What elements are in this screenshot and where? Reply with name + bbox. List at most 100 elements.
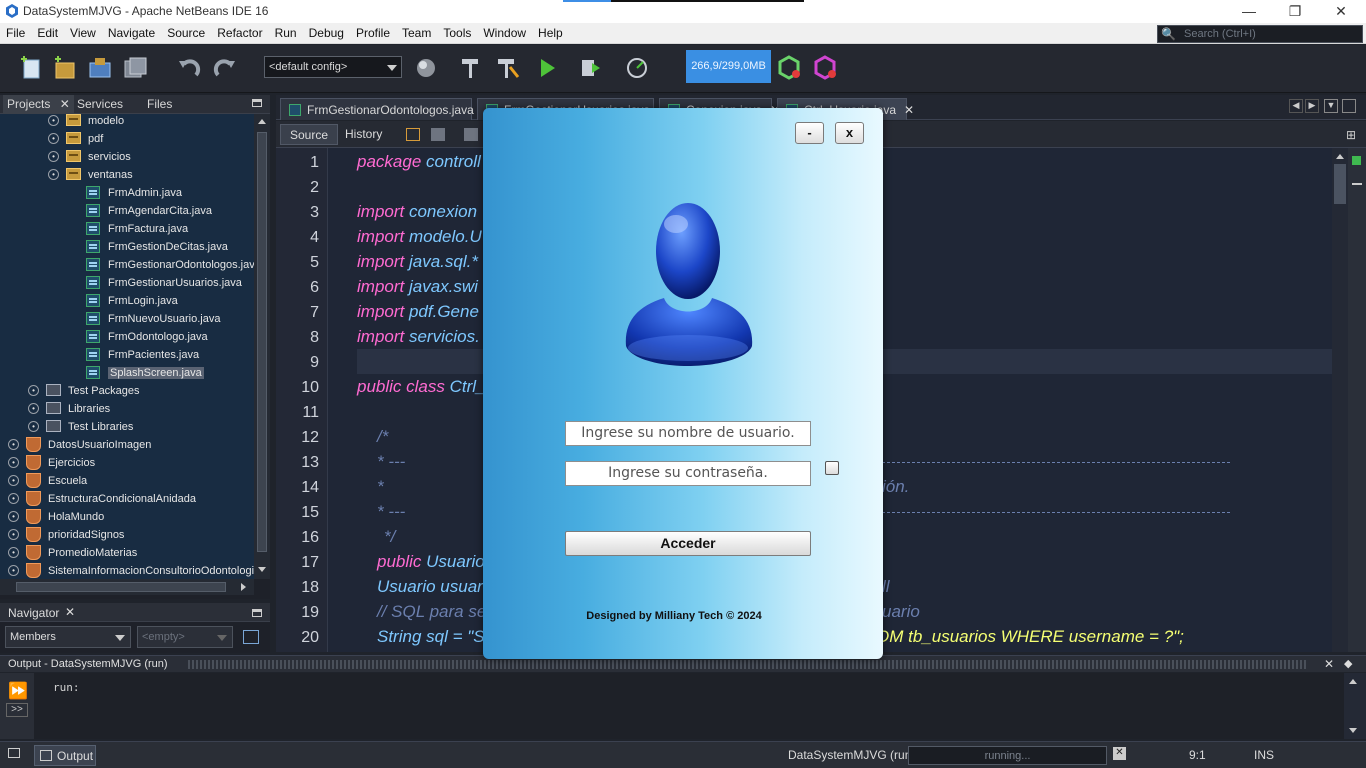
config-select[interactable]: <default config> <box>264 56 402 78</box>
tree-item[interactable]: • pdf <box>0 130 254 148</box>
scroll-down-icon[interactable] <box>258 567 266 572</box>
close-icon[interactable]: ✕ <box>60 97 70 111</box>
close-icon[interactable]: ✕ <box>1324 657 1334 671</box>
output-menu-icon[interactable]: ◆ <box>1344 657 1352 670</box>
tree-item[interactable]: • Libraries <box>0 400 254 418</box>
window-icon[interactable] <box>8 748 20 758</box>
last-edit-icon[interactable] <box>406 128 420 141</box>
clean-build-icon[interactable] <box>494 55 520 81</box>
history-tab[interactable]: History <box>336 124 391 145</box>
scroll-right-icon[interactable] <box>241 583 246 591</box>
scroll-down-icon[interactable] <box>1349 728 1357 733</box>
expand-toggle-icon[interactable]: • <box>8 547 19 558</box>
tree-item[interactable]: • Test Packages <box>0 382 254 400</box>
members-select[interactable]: Members <box>5 626 131 648</box>
drag-handle[interactable] <box>188 660 1308 669</box>
tree-item[interactable]: • DatosUsuarioImagen <box>0 436 254 454</box>
scroll-up-icon[interactable] <box>1336 154 1344 159</box>
menu-window[interactable]: Window <box>477 23 532 43</box>
open-project-icon[interactable] <box>87 55 113 81</box>
scroll-up-icon[interactable] <box>1349 679 1357 684</box>
redo-icon[interactable] <box>212 55 238 81</box>
navigator-options-icon[interactable] <box>243 630 259 644</box>
forward-icon[interactable] <box>464 128 478 141</box>
tab-projects[interactable]: Projects ✕ <box>3 95 74 114</box>
menu-tools[interactable]: Tools <box>437 23 477 43</box>
password-input[interactable]: Ingrese su contraseña. <box>565 461 811 486</box>
username-input[interactable]: Ingrese su nombre de usuario. <box>565 421 811 446</box>
build-hammer-icon[interactable] <box>458 55 484 81</box>
tree-item[interactable]: FrmOdontologo.java <box>0 328 254 346</box>
status-progress[interactable]: running... <box>908 746 1107 765</box>
scroll-up-icon[interactable] <box>258 119 266 124</box>
undo-icon[interactable] <box>176 55 202 81</box>
tab-frmgestionarodontologos[interactable]: FrmGestionarOdontologos.java <box>280 98 474 120</box>
tree-item[interactable]: • modelo <box>0 114 254 130</box>
show-password-checkbox[interactable] <box>825 461 839 475</box>
tree-item[interactable]: • PromedioMaterias <box>0 544 254 562</box>
profile-icon[interactable] <box>625 55 651 81</box>
tree-item[interactable]: • HolaMundo <box>0 508 254 526</box>
close-window-button[interactable]: ✕ <box>1318 0 1364 23</box>
close-icon[interactable]: ✕ <box>65 605 75 619</box>
code-vertical-scrollbar[interactable] <box>1332 148 1348 652</box>
search-input[interactable]: 🔍 Search (Ctrl+I) <box>1157 25 1363 43</box>
tree-item[interactable]: • servicios <box>0 148 254 166</box>
expand-toggle-icon[interactable]: • <box>48 169 59 180</box>
tree-item[interactable]: FrmAgendarCita.java <box>0 202 254 220</box>
menu-file[interactable]: File <box>0 23 31 43</box>
menu-navigate[interactable]: Navigate <box>102 23 161 43</box>
restore-window-icon[interactable] <box>1342 99 1356 113</box>
menu-view[interactable]: View <box>64 23 102 43</box>
tree-item[interactable]: • prioridadSignos <box>0 526 254 544</box>
gc-hexagon-icon[interactable] <box>777 55 803 81</box>
expand-toggle-icon[interactable]: • <box>8 493 19 504</box>
filter-select[interactable]: <empty> <box>137 626 233 648</box>
scroll-thumb[interactable] <box>1334 164 1346 204</box>
expand-toggle-icon[interactable]: • <box>28 421 39 432</box>
minimize-button[interactable]: — <box>1226 0 1272 23</box>
rerun-icon[interactable]: ⏩ <box>8 681 28 701</box>
scroll-thumb[interactable] <box>257 132 267 552</box>
scroll-left-icon[interactable]: ◀ <box>1289 99 1303 113</box>
menu-run[interactable]: Run <box>269 23 303 43</box>
tree-item[interactable]: • Test Libraries <box>0 418 254 436</box>
tree-item[interactable]: • EstructuraCondicionalAnidada <box>0 490 254 508</box>
expand-toggle-icon[interactable]: • <box>8 457 19 468</box>
expand-toggle-icon[interactable]: • <box>8 475 19 486</box>
tree-item[interactable]: FrmNuevoUsuario.java <box>0 310 254 328</box>
tree-horizontal-scrollbar[interactable] <box>0 579 254 595</box>
scroll-thumb[interactable] <box>16 582 226 592</box>
expand-toggle-icon[interactable]: • <box>8 439 19 450</box>
expand-toggle-icon[interactable]: • <box>8 565 19 576</box>
more-icon[interactable]: >> <box>6 703 28 717</box>
expand-toggle-icon[interactable]: • <box>28 403 39 414</box>
tree-item[interactable]: • Escuela <box>0 472 254 490</box>
split-editor-icon[interactable]: ⊞ <box>1346 128 1356 142</box>
scroll-right-icon[interactable]: ▶ <box>1305 99 1319 113</box>
tree-item[interactable]: • ventanas <box>0 166 254 184</box>
splash-minimize-button[interactable]: - <box>795 122 824 144</box>
output-console[interactable]: run: <box>34 673 1344 739</box>
tree-item[interactable]: FrmGestionarOdontologos.jav <box>0 256 254 274</box>
new-file-icon[interactable] <box>17 55 43 81</box>
expand-toggle-icon[interactable]: • <box>48 115 59 126</box>
tree-item[interactable]: • SistemaInformacionConsultorioOdontologi… <box>0 562 254 579</box>
expand-toggle-icon[interactable]: • <box>8 511 19 522</box>
close-icon[interactable]: ✕ <box>904 103 914 117</box>
expand-toggle-icon[interactable]: • <box>48 133 59 144</box>
maximize-button[interactable]: ❐ <box>1272 0 1318 23</box>
expand-toggle-icon[interactable]: • <box>28 385 39 396</box>
tab-files[interactable]: Files <box>147 97 172 111</box>
expand-toggle-icon[interactable]: • <box>48 151 59 162</box>
back-icon[interactable] <box>431 128 445 141</box>
menu-profile[interactable]: Profile <box>350 23 396 43</box>
run-icon[interactable] <box>535 55 561 81</box>
minimize-panel-icon[interactable] <box>252 609 262 617</box>
splash-close-button[interactable]: x <box>835 122 864 144</box>
new-project-icon[interactable] <box>51 55 77 81</box>
tree-item[interactable]: FrmLogin.java <box>0 292 254 310</box>
tree-item[interactable]: FrmGestionDeCitas.java <box>0 238 254 256</box>
output-tab[interactable]: Output <box>34 745 96 766</box>
minimize-panel-icon[interactable] <box>252 99 262 107</box>
